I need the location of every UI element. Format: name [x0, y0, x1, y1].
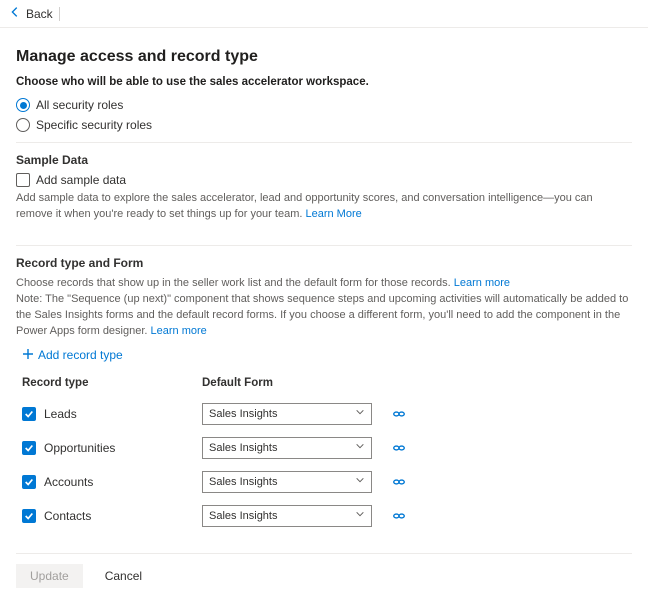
- chevron-down-icon: [355, 475, 365, 488]
- role-option-specific-label: Specific security roles: [36, 118, 152, 132]
- table-row: Leads Sales Insights: [16, 397, 632, 431]
- link-icon[interactable]: [392, 407, 406, 421]
- radio-selected-icon: [16, 98, 30, 112]
- record-type-help1-text: Choose records that show up in the selle…: [16, 277, 454, 289]
- record-type-learn-more-2-link[interactable]: Learn more: [151, 325, 207, 337]
- default-form-value: Sales Insights: [209, 510, 277, 522]
- page-title: Manage access and record type: [16, 48, 632, 66]
- cancel-button[interactable]: Cancel: [91, 564, 156, 588]
- back-arrow-icon: [8, 5, 22, 22]
- plus-icon: [22, 348, 34, 363]
- add-sample-data-label: Add sample data: [36, 173, 126, 187]
- default-form-select[interactable]: Sales Insights: [202, 437, 372, 459]
- chevron-down-icon: [355, 441, 365, 454]
- radio-unselected-icon: [16, 118, 30, 132]
- table-row: Accounts Sales Insights: [16, 465, 632, 499]
- default-form-value: Sales Insights: [209, 408, 277, 420]
- default-form-value: Sales Insights: [209, 476, 277, 488]
- update-button: Update: [16, 564, 83, 588]
- default-form-select[interactable]: Sales Insights: [202, 471, 372, 493]
- col-header-record-type: Record type: [22, 377, 202, 389]
- page-subtitle: Choose who will be able to use the sales…: [16, 76, 632, 88]
- col-header-default-form: Default Form: [202, 377, 402, 389]
- sample-data-title: Sample Data: [16, 153, 632, 167]
- add-record-type-button[interactable]: Add record type: [22, 348, 123, 363]
- record-type-title: Record type and Form: [16, 256, 632, 270]
- record-type-help2-text: Note: The "Sequence (up next)" component…: [16, 293, 628, 337]
- checkbox-checked-icon[interactable]: [22, 441, 36, 455]
- record-type-help: Choose records that show up in the selle…: [16, 276, 632, 340]
- record-type-label: Opportunities: [44, 441, 115, 455]
- record-type-learn-more-1-link[interactable]: Learn more: [454, 277, 510, 289]
- back-label: Back: [26, 7, 53, 21]
- role-option-all-label: All security roles: [36, 98, 123, 112]
- topbar-separator: [59, 7, 60, 21]
- table-row: Opportunities Sales Insights: [16, 431, 632, 465]
- default-form-select[interactable]: Sales Insights: [202, 505, 372, 527]
- checkbox-checked-icon[interactable]: [22, 407, 36, 421]
- table-row: ContactsSales Insights: [16, 499, 632, 533]
- add-sample-data-checkbox[interactable]: Add sample data: [16, 173, 632, 187]
- role-option-specific[interactable]: Specific security roles: [16, 118, 632, 132]
- role-option-all[interactable]: All security roles: [16, 98, 632, 112]
- checkbox-checked-icon[interactable]: [22, 475, 36, 489]
- sample-data-learn-more-link[interactable]: Learn More: [305, 208, 361, 220]
- sample-data-help: Add sample data to explore the sales acc…: [16, 191, 632, 223]
- record-type-label: Leads: [44, 407, 77, 421]
- link-icon[interactable]: [392, 441, 406, 455]
- checkbox-unchecked-icon: [16, 173, 30, 187]
- record-type-label: Accounts: [44, 475, 93, 489]
- back-button[interactable]: Back: [8, 5, 53, 22]
- default-form-value: Sales Insights: [209, 442, 277, 454]
- add-record-type-label: Add record type: [38, 348, 123, 362]
- chevron-down-icon: [355, 509, 365, 522]
- link-icon[interactable]: [392, 475, 406, 489]
- chevron-down-icon: [355, 407, 365, 420]
- default-form-select[interactable]: Sales Insights: [202, 403, 372, 425]
